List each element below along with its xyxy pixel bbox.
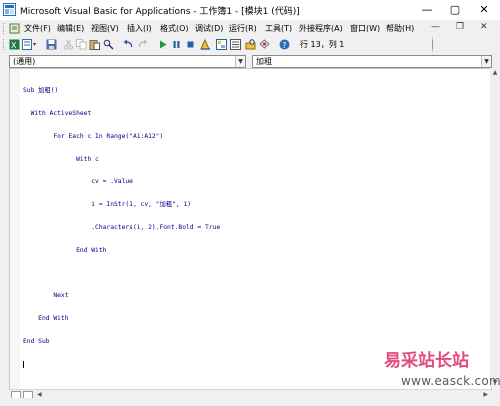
code-line[interactable]: End With (23, 315, 220, 323)
menu-window[interactable]: 窗口(W) (350, 23, 380, 34)
paste-icon[interactable] (89, 39, 100, 50)
svg-text:X: X (11, 41, 17, 50)
help-icon[interactable]: ? (279, 39, 290, 50)
svg-text:?: ? (282, 41, 286, 50)
menu-run[interactable]: 运行(R) (229, 23, 257, 34)
status-bar (0, 398, 500, 406)
toolbox-icon[interactable] (259, 39, 270, 50)
close-button[interactable]: ✕ (471, 0, 497, 20)
chevron-down-icon[interactable]: ▼ (235, 56, 245, 67)
project-explorer-icon[interactable] (216, 39, 227, 50)
module-icon[interactable] (9, 23, 20, 34)
doc-minimize-button[interactable]: — (431, 22, 440, 32)
code-line[interactable]: cv = .Value (23, 178, 220, 186)
toolbar-strip: X ? 行 13，列 1 (0, 37, 433, 52)
menu-edit[interactable]: 编辑(E) (57, 23, 84, 34)
code-line[interactable]: With ActiveSheet (23, 110, 220, 118)
insert-module-icon[interactable] (22, 39, 37, 50)
redo-icon[interactable] (137, 39, 148, 50)
procedure-dropdown[interactable]: 加粗 ▼ (252, 55, 492, 68)
doc-close-button[interactable]: ✕ (480, 22, 488, 32)
scroll-right-arrow-icon[interactable]: ▶ (483, 391, 488, 398)
title-bar[interactable]: Microsoft Visual Basic for Applications … (0, 0, 500, 20)
menu-grip-handle[interactable] (3, 23, 7, 34)
standard-toolbar: X ? 行 13，列 1 (0, 37, 500, 52)
code-editor[interactable]: Sub 加粗() With ActiveSheet For Each c In … (9, 68, 492, 390)
code-line[interactable]: Next (23, 292, 220, 300)
menu-view[interactable]: 视图(V) (91, 23, 119, 34)
window-title: Microsoft Visual Basic for Applications … (20, 7, 300, 17)
code-line[interactable]: .Characters(i, 2).Font.Bold = True (23, 224, 220, 232)
code-line[interactable]: End With (23, 247, 220, 255)
editor-margin-bar[interactable] (10, 69, 20, 389)
watermark-url: www.easck.com (401, 374, 500, 388)
object-dropdown[interactable]: (通用) ▼ (9, 55, 246, 68)
copy-icon[interactable] (76, 39, 87, 50)
reset-icon[interactable] (185, 39, 196, 50)
excel-icon[interactable]: X (9, 39, 20, 50)
toolbar-overflow-handle[interactable] (428, 40, 433, 49)
cursor-position-text: 行 13，列 1 (300, 40, 345, 49)
restore-button[interactable]: ▢ (442, 0, 468, 20)
object-browser-icon[interactable] (245, 39, 256, 50)
run-icon[interactable] (157, 39, 168, 50)
toolbar-grip-handle[interactable] (3, 39, 7, 50)
doc-restore-button[interactable]: ❐ (456, 22, 464, 32)
save-icon[interactable] (46, 39, 57, 50)
scroll-left-arrow-icon[interactable]: ◀ (37, 391, 42, 398)
code-line[interactable]: For Each c In Range("A1:A12") (23, 133, 220, 141)
cut-icon[interactable] (63, 39, 74, 50)
minimize-button[interactable]: — (414, 0, 440, 20)
object-dropdown-value: (通用) (13, 57, 36, 66)
menu-help[interactable]: 帮助(H) (386, 23, 414, 34)
chevron-down-icon[interactable]: ▼ (481, 56, 491, 67)
code-line[interactable] (23, 269, 220, 277)
menu-format[interactable]: 格式(O) (160, 23, 189, 34)
code-line[interactable]: i = InStr(1, cv, "加粗", 1) (23, 201, 220, 209)
menu-debug[interactable]: 调试(D) (195, 23, 223, 34)
menu-file[interactable]: 文件(F) (24, 23, 51, 34)
text-caret (23, 360, 24, 368)
site-watermark: 易采站长站 www.easck.com (384, 348, 500, 388)
watermark-logo: 易采站长站 (384, 351, 469, 371)
vba-editor-window: Microsoft Visual Basic for Applications … (0, 0, 500, 406)
menu-bar: 文件(F) 编辑(E) 视图(V) 插入(I) 格式(O) 调试(D) 运行(R… (0, 20, 500, 37)
scroll-up-arrow-icon[interactable]: ▲ (491, 69, 499, 77)
menu-addins[interactable]: 外接程序(A) (299, 23, 343, 34)
find-icon[interactable] (103, 39, 114, 50)
break-icon[interactable] (171, 39, 182, 50)
code-line[interactable]: With c (23, 156, 220, 164)
menu-tools[interactable]: 工具(T) (265, 23, 292, 34)
design-mode-icon[interactable] (200, 39, 211, 50)
code-line[interactable]: End Sub (23, 338, 220, 346)
undo-icon[interactable] (123, 39, 134, 50)
menu-insert[interactable]: 插入(I) (127, 23, 152, 34)
procedure-dropdown-value: 加粗 (256, 57, 272, 66)
code-line[interactable]: Sub 加粗() (23, 87, 220, 95)
code-line-cursor[interactable] (23, 360, 220, 369)
vertical-scrollbar[interactable]: ▲ ▼ (490, 68, 500, 388)
code-text[interactable]: Sub 加粗() With ActiveSheet For Each c In … (23, 72, 220, 383)
vba-app-icon[interactable] (3, 3, 16, 16)
properties-icon[interactable] (230, 39, 241, 50)
